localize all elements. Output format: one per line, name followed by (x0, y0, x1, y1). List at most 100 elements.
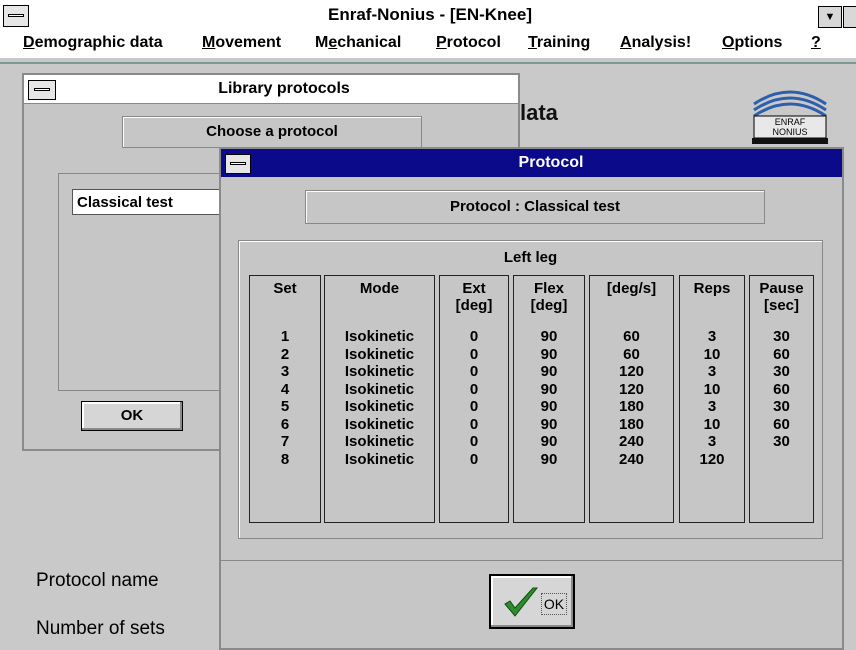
table-cell: 60 (623, 345, 640, 363)
app-title: Enraf-Nonius - [EN-Knee] (328, 5, 532, 24)
table-cell: 4 (280, 380, 290, 398)
library-system-menu-button[interactable] (28, 80, 56, 100)
column-ext: Ext [deg] 00000000 (439, 275, 509, 523)
table-cell: 120 (699, 450, 725, 468)
table-cell: 90 (540, 398, 558, 415)
table-cell: 180 (618, 398, 645, 415)
table-cell: 0 (469, 415, 479, 433)
table-cell: 240 (618, 450, 645, 468)
table-cell: 90 (540, 328, 558, 345)
ok-label: OK (541, 593, 567, 615)
table-cell: 1 (280, 328, 290, 345)
column-set: Set 12345678 (249, 275, 321, 523)
table-cell: 30 (773, 433, 790, 450)
table-cell: 90 (540, 345, 558, 363)
table-cell: 120 (618, 380, 645, 398)
menu-help[interactable]: ? (811, 34, 821, 52)
library-title-bar: Library protocols (24, 75, 518, 104)
table-cell: 30 (773, 398, 790, 415)
protocol-list-item[interactable]: Classical test (72, 189, 242, 215)
column-flex: Flex [deg] 90 90 90 90 90 90 90 90 (513, 275, 585, 523)
column-header: Reps (693, 280, 731, 297)
column-values: 00000000 (440, 328, 508, 468)
table-cell: 3 (707, 363, 717, 380)
library-ok-button[interactable]: OK (81, 401, 183, 431)
system-menu-icon (8, 14, 24, 17)
table-cell: 60 (773, 380, 790, 398)
table-cell: 0 (469, 433, 479, 450)
left-leg-title: Left leg (503, 249, 558, 266)
minimize-button[interactable]: ▼ (818, 6, 842, 28)
menu-bar: Demographic data Movement Mechanical Pro… (0, 30, 856, 58)
system-menu-icon (34, 88, 50, 91)
protocol-name-label: Protocol name (36, 570, 159, 591)
table-cell: Isokinetic (344, 398, 415, 415)
column-header: Set (273, 280, 297, 297)
table-cell: Isokinetic (344, 380, 415, 398)
table-cell: 2 (280, 345, 290, 363)
table-cell: 10 (703, 345, 721, 363)
table-cell: 90 (540, 450, 558, 468)
column-values: Isokinetic Isokinetic Isokinetic Isokinetic… (325, 328, 434, 468)
table-cell: 120 (618, 363, 645, 380)
table-cell: 3 (707, 328, 717, 345)
menu-training[interactable]: Training (528, 34, 590, 52)
table-cell: Isokinetic (344, 363, 415, 380)
menu-mechanical[interactable]: Mechanical (315, 34, 401, 52)
system-menu-icon (230, 162, 246, 165)
protocol-title-bar: Protocol (221, 149, 842, 177)
choose-protocol-label: Choose a protocol (122, 116, 422, 148)
menu-options[interactable]: Options (722, 34, 782, 52)
table-cell: 0 (469, 398, 479, 415)
table-cell: 3 (707, 398, 717, 415)
menu-protocol[interactable]: Protocol (436, 34, 501, 52)
table-cell: 60 (773, 415, 790, 433)
enraf-nonius-logo: ENRAF NONIUS (752, 90, 828, 144)
column-values: 3 10 3 10 3 10 3 120 (680, 328, 744, 468)
menu-movement[interactable]: Movement (202, 34, 281, 52)
background-heading: lata (520, 100, 558, 125)
column-pause: Pause [sec] 30 60 30 60 30 60 30 (749, 275, 814, 523)
table-cell: Isokinetic (344, 328, 415, 345)
table-cell: Isokinetic (344, 450, 415, 468)
restore-button[interactable] (843, 6, 856, 28)
table-cell: Isokinetic (344, 415, 415, 433)
main-divider (0, 62, 856, 64)
column-values: 12345678 (250, 328, 320, 468)
down-arrow-icon: ▼ (824, 11, 836, 23)
table-cell: 90 (540, 363, 558, 380)
logo-text-line1: ENRAF (775, 117, 806, 127)
table-cell: 0 (469, 363, 479, 380)
table-cell: 7 (280, 433, 290, 450)
column-values: 90 90 90 90 90 90 90 90 (514, 328, 584, 468)
table-cell: 30 (773, 363, 790, 380)
column-speed: [deg/s] 60 60 120 120 180 180 240 240 (589, 275, 674, 523)
table-cell: 8 (280, 450, 290, 468)
table-cell: 60 (623, 328, 640, 345)
table-cell: 0 (469, 328, 479, 345)
table-cell: 10 (703, 380, 721, 398)
system-menu-button[interactable] (3, 5, 29, 27)
table-cell: Isokinetic (344, 345, 415, 363)
column-mode: Mode Isokinetic Isokinetic Isokinetic Isoki… (324, 275, 435, 523)
protocol-name-display: Protocol : Classical test (305, 190, 765, 224)
table-cell: 3 (707, 433, 717, 450)
protocol-title: Protocol (518, 154, 584, 171)
table-cell: 90 (540, 415, 558, 433)
number-of-sets-label: Number of sets (36, 618, 165, 639)
column-header: Mode (359, 280, 400, 297)
table-cell: 0 (469, 450, 479, 468)
table-cell: 60 (773, 345, 790, 363)
column-header: Pause [sec] (759, 280, 804, 314)
column-reps: Reps 3 10 3 10 3 10 3 120 (679, 275, 745, 523)
menu-analysis[interactable]: Analysis! (620, 34, 691, 52)
table-cell: 10 (703, 415, 721, 433)
protocol-ok-button[interactable]: OK (489, 574, 575, 629)
table-cell: 6 (280, 415, 290, 433)
table-cell: 180 (618, 415, 645, 433)
menu-demographic-data[interactable]: Demographic data (23, 34, 163, 52)
column-values: 30 60 30 60 30 60 30 (750, 328, 813, 451)
table-cell: 90 (540, 433, 558, 450)
protocol-system-menu-button[interactable] (225, 154, 251, 174)
table-cell: 0 (469, 380, 479, 398)
